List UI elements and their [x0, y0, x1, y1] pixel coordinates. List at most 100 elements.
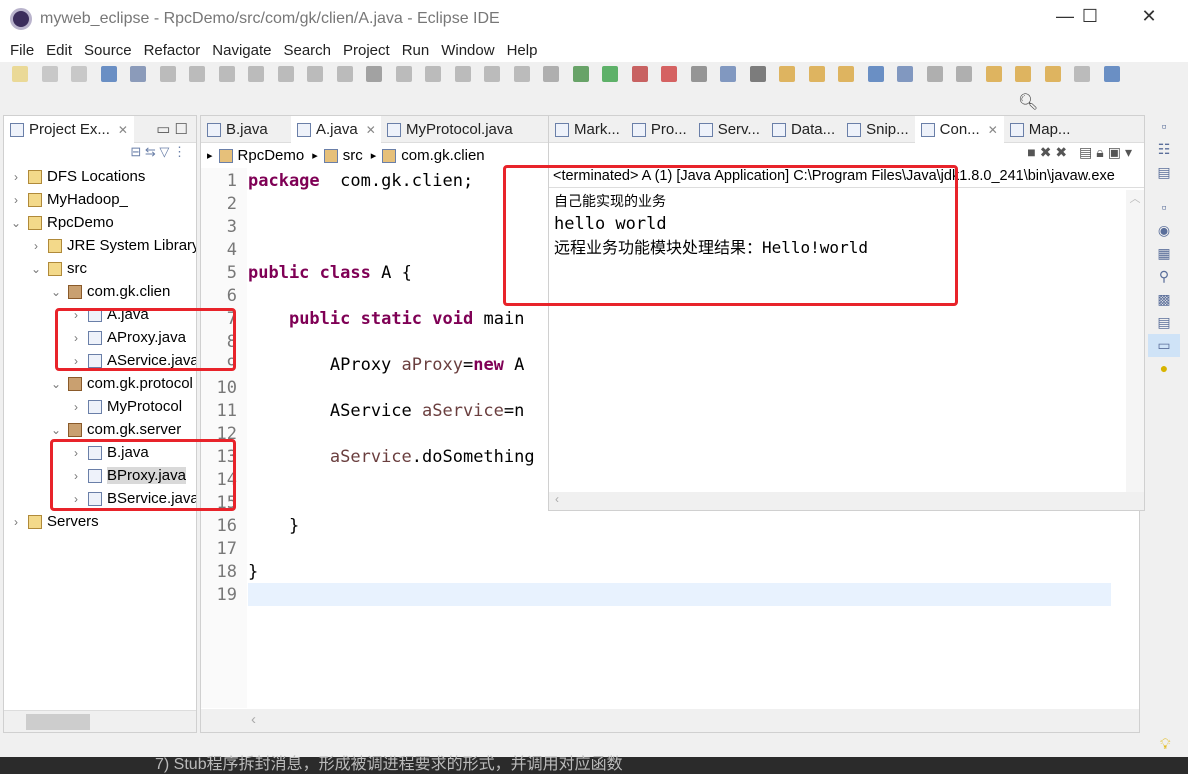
toolbar-button[interactable] — [454, 66, 471, 82]
properties-icon[interactable]: ▦ — [1148, 242, 1180, 265]
toolbar-button[interactable] — [41, 66, 58, 82]
tree-item[interactable]: › Servers — [10, 510, 99, 533]
console-icon[interactable]: ▭ — [1148, 334, 1180, 357]
editor-tab[interactable]: A.java ✕ — [291, 116, 381, 143]
toolbar-button[interactable] — [720, 66, 736, 82]
toolbar-button[interactable] — [1015, 66, 1031, 82]
chevron-down-icon[interactable]: ⌄ — [30, 262, 42, 276]
link-editor-icon[interactable]: ⇆ — [145, 144, 156, 159]
terminate-icon[interactable]: ■ — [1027, 144, 1039, 160]
toolbar-button[interactable] — [395, 66, 412, 82]
toolbar-button[interactable] — [71, 66, 87, 82]
data-source-icon[interactable]: ▩ — [1148, 288, 1180, 311]
view-menu-icon[interactable]: ⋮ — [173, 144, 186, 159]
chevron-right-icon[interactable]: › — [30, 239, 42, 253]
tree-item[interactable]: ⌄ com.gk.clien — [50, 280, 170, 303]
toolbar-button[interactable] — [130, 66, 146, 82]
tree-item[interactable]: ⌄ src — [30, 257, 87, 280]
snippets-icon[interactable]: ▤ — [1148, 311, 1180, 334]
view-tab[interactable]: Snip... — [841, 116, 915, 143]
view-tab[interactable]: Mark... — [549, 116, 626, 143]
tree-item[interactable]: ⌄ com.gk.server — [50, 418, 181, 441]
open-console-icon[interactable]: ▾ — [1125, 144, 1136, 160]
chevron-down-icon[interactable]: ⌄ — [50, 285, 62, 299]
lightbulb-icon[interactable]: 💡︎ — [1160, 736, 1171, 753]
filter-icon[interactable]: ▽ — [159, 144, 169, 159]
chevron-down-icon[interactable]: ⌄ — [10, 216, 22, 230]
toolbar-button[interactable] — [159, 66, 176, 82]
menu-search[interactable]: Search — [283, 42, 331, 59]
toolbar-button[interactable] — [277, 66, 294, 82]
menu-navigate[interactable]: Navigate — [212, 42, 271, 59]
minimize-view-icon[interactable]: ▭ ☐ — [148, 116, 196, 142]
view-tab[interactable]: Data... — [766, 116, 841, 143]
toolbar-button[interactable] — [926, 66, 943, 82]
console-vertical-scrollbar[interactable]: ︿ — [1126, 190, 1144, 492]
toolbar-button[interactable] — [956, 66, 972, 82]
toolbar-button[interactable] — [484, 66, 500, 82]
tree-item[interactable]: › MyProtocol — [70, 395, 182, 418]
tree-item[interactable]: ⌄ RpcDemo — [10, 211, 114, 234]
toolbar-button[interactable] — [336, 66, 353, 82]
toolbar-button[interactable] — [631, 66, 648, 82]
editor-horizontal-scrollbar[interactable]: ‹ — [201, 709, 1139, 732]
view-tab[interactable]: Serv... — [693, 116, 766, 143]
toolbar-button[interactable] — [985, 66, 1002, 82]
maximize-button[interactable]: ☐ — [1067, 6, 1113, 32]
editor-tab[interactable]: MyProtocol.java — [381, 116, 541, 143]
menu-run[interactable]: Run — [402, 42, 430, 59]
toolbar-button[interactable] — [661, 66, 677, 82]
toolbar-button[interactable] — [543, 66, 559, 82]
scroll-lock-icon[interactable]: 🔒︎ — [1096, 144, 1107, 160]
menu-edit[interactable]: Edit — [46, 42, 72, 59]
toolbar-button[interactable] — [838, 66, 854, 82]
tree-item[interactable]: › MyHadoop_ — [10, 188, 128, 211]
toolbar-button[interactable] — [366, 66, 382, 82]
close-button[interactable]: ✕ — [1126, 6, 1172, 32]
menu-refactor[interactable]: Refactor — [144, 42, 201, 59]
servers-icon[interactable]: ⚲ — [1148, 265, 1180, 288]
remove-all-icon[interactable]: ✖ — [1055, 144, 1071, 160]
clear-console-icon[interactable]: ▤ — [1079, 144, 1096, 160]
task-list-icon[interactable]: ▤ — [1148, 161, 1180, 184]
close-icon[interactable]: ✕ — [988, 123, 998, 137]
menu-window[interactable]: Window — [441, 42, 494, 59]
breadcrumb-item[interactable]: src — [343, 147, 363, 164]
chevron-right-icon[interactable]: › — [10, 515, 22, 529]
toolbar-button[interactable] — [425, 66, 441, 82]
toolbar-button[interactable] — [307, 66, 323, 82]
menu-file[interactable]: File — [10, 42, 34, 59]
toolbar-button[interactable] — [602, 66, 618, 82]
editor-tab[interactable]: B.java — [201, 116, 291, 143]
menu-source[interactable]: Source — [84, 42, 132, 59]
breadcrumb-item[interactable]: com.gk.clien — [401, 147, 484, 164]
outline-icon[interactable]: ☷ — [1148, 138, 1180, 161]
chevron-down-icon[interactable]: ⌄ — [50, 423, 62, 437]
toolbar-button[interactable] — [867, 66, 884, 82]
tree-item[interactable]: › DFS Locations — [10, 165, 145, 188]
toolbar-button[interactable] — [572, 66, 589, 82]
view-tab[interactable]: Con... ✕ — [914, 116, 1004, 143]
chevron-right-icon[interactable]: › — [10, 193, 22, 207]
tree-item[interactable]: › JRE System Library — [30, 234, 196, 257]
tab-project-explorer[interactable]: Project Ex... ✕ — [4, 116, 134, 143]
search-icon[interactable]: 🔍︎ — [1018, 92, 1038, 112]
toolbar-button[interactable] — [808, 66, 825, 82]
tree-item[interactable]: ⌄ com.gk.protocol — [50, 372, 193, 395]
remove-launch-icon[interactable]: ✖ — [1040, 144, 1056, 160]
console-horizontal-scrollbar[interactable]: ‹ — [549, 492, 1144, 510]
pin-console-icon[interactable]: ▣ — [1108, 144, 1125, 160]
close-icon[interactable]: ✕ — [118, 123, 128, 137]
toolbar-button[interactable] — [690, 66, 707, 82]
horizontal-scrollbar[interactable] — [4, 710, 196, 732]
view-tab[interactable]: Map... — [1004, 116, 1077, 143]
chevron-down-icon[interactable]: ⌄ — [50, 377, 62, 391]
toolbar-button[interactable] — [218, 66, 235, 82]
markers-icon[interactable]: ◉ — [1148, 219, 1180, 242]
toolbar-button[interactable] — [100, 66, 117, 82]
collapse-all-icon[interactable]: ⊟ — [130, 144, 141, 159]
toolbar-button[interactable] — [248, 66, 264, 82]
close-icon[interactable]: ✕ — [366, 123, 376, 137]
map-reduce-icon[interactable]: ● — [1148, 357, 1180, 380]
toolbar-button[interactable] — [779, 66, 795, 82]
